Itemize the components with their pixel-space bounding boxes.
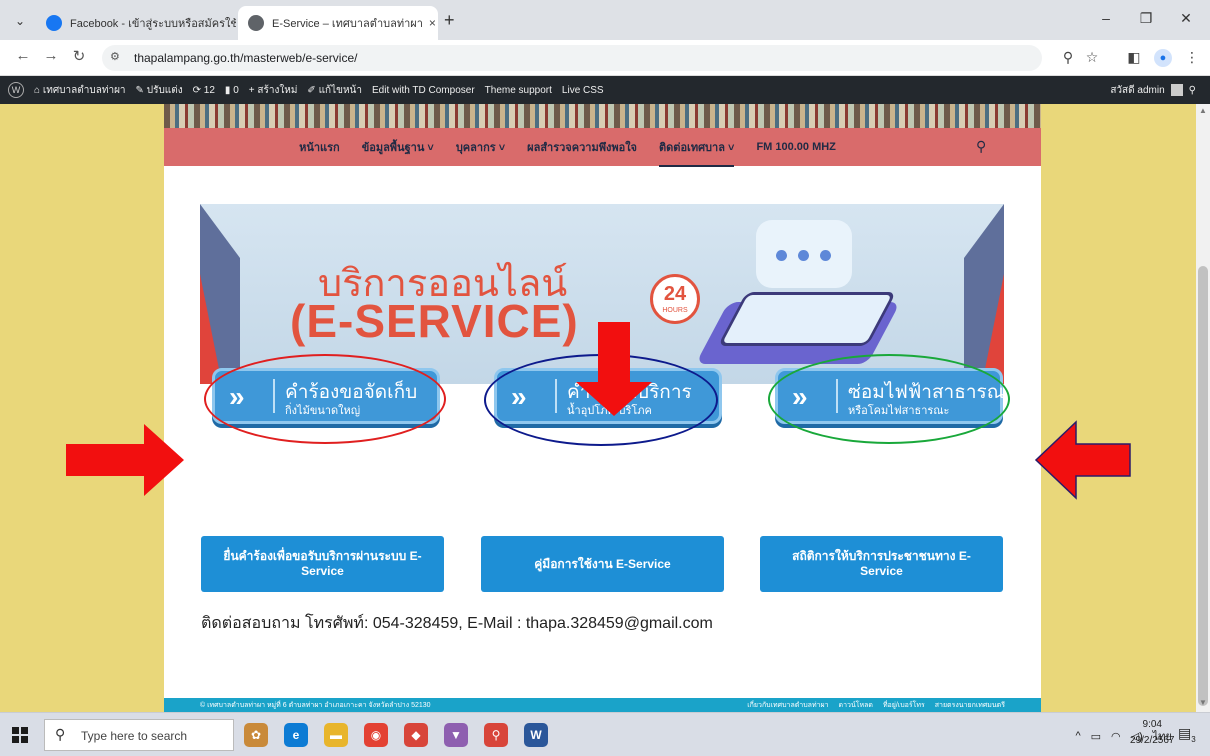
notification-count: 3 bbox=[1191, 734, 1196, 744]
wp-td-composer-link[interactable]: Edit with TD Composer bbox=[372, 85, 475, 96]
facebook-icon bbox=[46, 15, 62, 31]
reload-icon[interactable]: ↻ bbox=[68, 47, 90, 65]
taskbar-search-placeholder: Type here to search bbox=[81, 729, 188, 743]
windows-start-icon[interactable] bbox=[12, 727, 28, 743]
taskbar-search-box[interactable]: ⚲ Type here to search bbox=[44, 719, 234, 751]
globe-icon bbox=[248, 15, 264, 31]
annotation-arrows bbox=[66, 322, 1131, 500]
page-background: หน้าแรก ข้อมูลพื้นฐาน ˅ บุคลากร ˅ ผลสำรวจคว… bbox=[0, 104, 1196, 712]
tray-tablet-icon[interactable]: ▭ bbox=[1091, 730, 1101, 743]
address-bar[interactable]: ⚙ thapalampang.go.th/masterweb/e-service… bbox=[102, 45, 1042, 71]
back-arrow-icon[interactable]: ← bbox=[12, 47, 34, 64]
wp-updates-count: 12 bbox=[203, 84, 215, 96]
tab-title: E-Service – เทศบาลตำบลท่าผา bbox=[272, 18, 423, 30]
search-icon: ⚲ bbox=[55, 726, 66, 742]
app-icon[interactable]: ◆ bbox=[404, 723, 428, 747]
wp-comments-count: 0 bbox=[233, 84, 239, 96]
close-window-button[interactable]: ✕ bbox=[1166, 10, 1206, 27]
bookmark-star-icon[interactable]: ☆ bbox=[1082, 49, 1102, 66]
notification-center-icon[interactable]: ▤3 bbox=[1178, 725, 1196, 744]
site-settings-icon[interactable]: ⚙ bbox=[110, 50, 120, 63]
browser-menu-icon[interactable]: ⋮ bbox=[1182, 49, 1202, 66]
wp-edit-link[interactable]: ✐ แก้ไขหน้า bbox=[307, 83, 362, 98]
side-panel-icon[interactable]: ◧ bbox=[1124, 49, 1144, 66]
wp-site-link[interactable]: ⌂ เทศบาลตำบลท่าผา bbox=[34, 83, 126, 98]
network-icon[interactable]: ◠ bbox=[1111, 730, 1121, 743]
chrome-icon[interactable]: ◉ bbox=[364, 723, 388, 747]
wp-admin-bar: W ⌂ เทศบาลตำบลท่าผา ✎ ปรับแต่ง ⟳ 12 ▮ 0 … bbox=[0, 76, 1210, 104]
tab-search-menu-icon[interactable]: ⌄ bbox=[8, 9, 32, 33]
wp-theme-support-link[interactable]: Theme support bbox=[485, 85, 552, 96]
wordpress-logo-icon[interactable]: W bbox=[8, 82, 24, 98]
scroll-up-arrow-icon[interactable]: ▲ bbox=[1196, 106, 1210, 115]
edge-icon[interactable]: e bbox=[284, 723, 308, 747]
wp-updates-link[interactable]: ⟳ 12 bbox=[193, 85, 215, 96]
wp-customize-label: ปรับแต่ง bbox=[146, 84, 183, 96]
browser-tab-strip: ⌄ Facebook - เข้าสู่ระบบหรือสมัครใช้ง × … bbox=[0, 0, 1210, 40]
url-text: thapalampang.go.th/masterweb/e-service/ bbox=[134, 51, 358, 65]
taskbar-clock[interactable]: 9:04 29/2/2567 bbox=[1130, 717, 1175, 749]
close-tab-icon[interactable]: × bbox=[423, 16, 436, 30]
profile-avatar-icon[interactable]: ● bbox=[1154, 49, 1172, 67]
red-arrow-down-icon bbox=[576, 322, 652, 416]
clock-time: 9:04 bbox=[1142, 719, 1162, 730]
wp-greeting[interactable]: สวัสดี admin bbox=[1110, 83, 1164, 98]
zoom-icon[interactable]: ⚲ bbox=[1058, 49, 1078, 66]
search-app-icon[interactable]: ⚲ bbox=[484, 723, 508, 747]
tray-chevron-icon[interactable]: ^ bbox=[1075, 730, 1080, 742]
scroll-down-arrow-icon[interactable]: ▼ bbox=[1196, 698, 1210, 707]
tab-facebook[interactable]: Facebook - เข้าสู่ระบบหรือสมัครใช้ง × bbox=[36, 6, 236, 40]
wp-search-icon[interactable]: ⚲ bbox=[1189, 85, 1196, 96]
scrollbar-thumb[interactable] bbox=[1198, 266, 1208, 706]
restore-button[interactable]: ❐ bbox=[1126, 10, 1166, 27]
page-scrollbar[interactable]: ▲ ▼ bbox=[1196, 104, 1210, 712]
minimize-button[interactable]: – bbox=[1086, 10, 1126, 26]
forward-arrow-icon[interactable]: → bbox=[40, 47, 62, 64]
word-icon[interactable]: W bbox=[524, 723, 548, 747]
clock-date: 29/2/2567 bbox=[1130, 735, 1175, 746]
wp-customize-link[interactable]: ✎ ปรับแต่ง bbox=[136, 83, 183, 98]
red-arrow-left-icon bbox=[1034, 420, 1131, 500]
file-explorer-icon[interactable]: ▬ bbox=[324, 723, 348, 747]
paint-icon[interactable]: ▼ bbox=[444, 723, 468, 747]
wp-user-avatar[interactable] bbox=[1170, 84, 1183, 96]
wp-site-label: เทศบาลตำบลท่าผา bbox=[42, 84, 126, 96]
wp-live-css-link[interactable]: Live CSS bbox=[562, 85, 604, 96]
tab-title: Facebook - เข้าสู่ระบบหรือสมัครใช้ง bbox=[70, 18, 236, 30]
browser-toolbar: ← → ↻ ⚙ thapalampang.go.th/masterweb/e-s… bbox=[0, 40, 1210, 76]
wp-new-label: สร้างใหม่ bbox=[257, 84, 298, 96]
wp-comments-link[interactable]: ▮ 0 bbox=[225, 85, 239, 96]
red-arrow-right-icon bbox=[66, 424, 184, 496]
tab-eservice[interactable]: E-Service – เทศบาลตำบลท่าผา × bbox=[238, 6, 438, 40]
wp-new-link[interactable]: + สร้างใหม่ bbox=[249, 83, 298, 98]
wp-edit-label: แก้ไขหน้า bbox=[318, 84, 363, 96]
windows-taskbar: ⚲ Type here to search ✿ e ▬ ◉ ◆ ▼ ⚲ W ^ ▭ ◠ ◁) … bbox=[0, 712, 1210, 756]
new-tab-button[interactable]: + bbox=[444, 10, 455, 31]
photos-app-icon[interactable]: ✿ bbox=[244, 723, 268, 747]
